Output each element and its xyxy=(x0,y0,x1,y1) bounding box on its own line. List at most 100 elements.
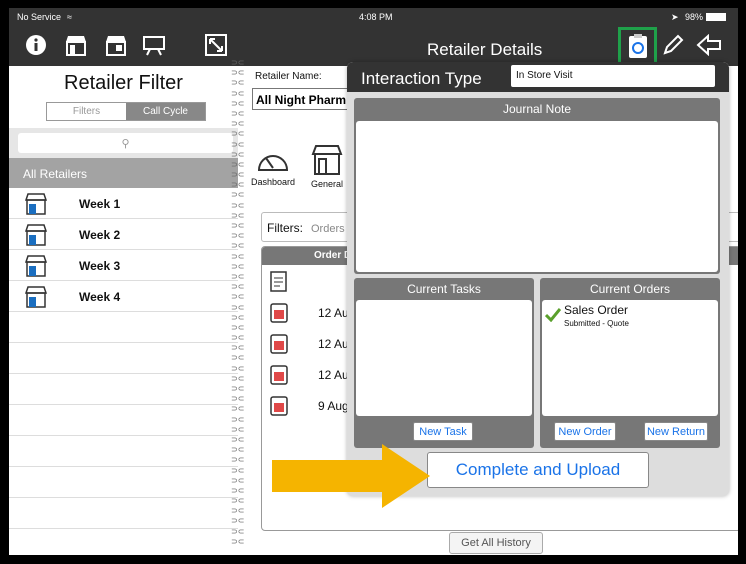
current-orders-header: Current Orders xyxy=(589,282,671,296)
dashboard-label: Dashboard xyxy=(250,177,296,187)
spiral-ring: ⊃⊂ xyxy=(231,394,245,404)
spiral-ring: ⊃⊂ xyxy=(231,68,245,78)
spiral-ring: ⊃⊂ xyxy=(231,271,245,281)
interaction-modal: Interaction Type In Store Visit Journal … xyxy=(347,62,729,496)
battery-text: 98% xyxy=(685,12,704,22)
list-item[interactable]: Week 3 xyxy=(9,250,238,281)
filter-title: Retailer Filter xyxy=(64,72,183,94)
nav-bar: Retailer Details xyxy=(9,26,738,66)
battery-icon xyxy=(706,13,726,21)
spiral-ring: ⊃⊂ xyxy=(231,434,245,444)
store-icon xyxy=(24,193,48,215)
spiral-ring: ⊃⊂ xyxy=(231,88,245,98)
spiral-ring: ⊃⊂ xyxy=(231,424,245,434)
wifi-icon: ≈ xyxy=(67,12,72,22)
segment-call-cycle[interactable]: Call Cycle xyxy=(126,103,205,120)
spiral-ring: ⊃⊂ xyxy=(231,129,245,139)
spiral-ring: ⊃⊂ xyxy=(231,302,245,312)
spiral-ring: ⊃⊂ xyxy=(231,190,245,200)
spiral-ring: ⊃⊂ xyxy=(231,465,245,475)
info-icon[interactable] xyxy=(23,32,49,58)
spiral-ring: ⊃⊂ xyxy=(231,343,245,353)
spiral-ring: ⊃⊂ xyxy=(231,251,245,261)
current-orders-panel: Current Orders Sales Order Submitted - Q… xyxy=(540,278,720,448)
empty-row xyxy=(9,343,238,374)
get-all-history-button[interactable]: Get All History xyxy=(449,532,543,554)
complete-and-upload-button[interactable]: Complete and Upload xyxy=(427,452,649,488)
spiral-ring: ⊃⊂ xyxy=(231,58,245,67)
list-item[interactable]: Week 1 xyxy=(9,188,238,219)
spiral-ring: ⊃⊂ xyxy=(231,363,245,373)
spiral-ring: ⊃⊂ xyxy=(231,475,245,485)
interaction-type-select[interactable]: In Store Visit xyxy=(511,65,715,87)
spiral-ring: ⊃⊂ xyxy=(231,159,245,169)
empty-row xyxy=(9,436,238,467)
carrier-text: No Service xyxy=(17,12,62,22)
dashboard-tile[interactable]: Dashboard xyxy=(249,144,297,187)
spiral-ring: ⊃⊂ xyxy=(231,506,245,516)
location-icon: ➤ xyxy=(671,12,679,22)
spiral-ring: ⊃⊂ xyxy=(231,322,245,332)
store-icon xyxy=(311,145,343,175)
order-item-status: Submitted - Quote xyxy=(564,319,629,328)
list-item[interactable]: Week 2 xyxy=(9,219,238,250)
empty-row xyxy=(9,374,238,405)
new-task-button[interactable]: New Task xyxy=(413,422,473,441)
spiral-ring: ⊃⊂ xyxy=(231,292,245,302)
order-clipboard-icon xyxy=(270,334,288,354)
modal-title: Interaction Type xyxy=(361,69,482,88)
order-clipboard-icon xyxy=(270,396,288,416)
spiral-ring: ⊃⊂ xyxy=(231,241,245,251)
spiral-ring: ⊃⊂ xyxy=(231,373,245,383)
order-item-title: Sales Order xyxy=(564,303,629,317)
empty-row xyxy=(9,312,238,343)
journal-note-header: Journal Note xyxy=(502,102,572,116)
status-bar: No Service ≈ 4:08 PM ➤ 98% xyxy=(9,8,738,26)
new-order-button[interactable]: New Order xyxy=(554,422,616,441)
expand-icon[interactable] xyxy=(203,32,229,58)
spiral-ring: ⊃⊂ xyxy=(231,149,245,159)
spiral-ring: ⊃⊂ xyxy=(231,445,245,455)
store-box-icon[interactable] xyxy=(103,32,129,58)
current-tasks-panel: Current Tasks New Task xyxy=(354,278,534,448)
general-tile[interactable]: General xyxy=(303,144,351,189)
spiral-ring: ⊃⊂ xyxy=(231,119,245,129)
spiral-ring: ⊃⊂ xyxy=(231,485,245,495)
clock-text: 4:08 PM xyxy=(359,12,393,22)
spiral-ring: ⊃⊂ xyxy=(231,261,245,271)
empty-row xyxy=(9,467,238,498)
all-retailers-header: All Retailers xyxy=(9,158,238,188)
journal-note-textarea[interactable] xyxy=(356,121,718,272)
list-item-label: Week 3 xyxy=(79,259,121,273)
sync-upload-button[interactable] xyxy=(618,27,657,65)
store-icon[interactable] xyxy=(63,32,89,58)
pencil-icon[interactable] xyxy=(660,32,686,58)
order-clipboard-icon xyxy=(270,365,288,385)
back-arrow-icon[interactable] xyxy=(696,32,722,58)
spiral-ring: ⊃⊂ xyxy=(231,200,245,210)
spiral-ring: ⊃⊂ xyxy=(231,108,245,118)
spiral-ring: ⊃⊂ xyxy=(231,526,245,536)
presentation-icon[interactable] xyxy=(141,32,167,58)
orders-list: Sales Order Submitted - Quote xyxy=(542,300,718,416)
filters-label: Filters: xyxy=(267,221,303,235)
call-cycle-list: Week 1 Week 2 Week 3 Week 4 xyxy=(9,188,238,555)
spiral-ring: ⊃⊂ xyxy=(231,282,245,292)
yellow-arrow-icon xyxy=(272,444,430,508)
segment-filters[interactable]: Filters xyxy=(47,103,126,120)
spiral-ring: ⊃⊂ xyxy=(231,404,245,414)
list-item-label: Week 2 xyxy=(79,228,121,242)
order-list-item[interactable]: Sales Order Submitted - Quote xyxy=(542,300,718,332)
retailer-filter-pane: Retailer Filter Filters Call Cycle ⚲ All… xyxy=(9,66,238,555)
modal-header: Interaction Type In Store Visit xyxy=(347,62,729,92)
spiral-ring: ⊃⊂ xyxy=(231,516,245,526)
spiral-ring: ⊃⊂ xyxy=(231,221,245,230)
spiral-ring: ⊃⊂ xyxy=(231,210,245,220)
current-tasks-header: Current Tasks xyxy=(407,282,481,296)
page-title: Retailer Details xyxy=(427,40,543,59)
search-input[interactable]: ⚲ xyxy=(18,133,233,153)
new-return-button[interactable]: New Return xyxy=(644,422,708,441)
general-label: General xyxy=(310,179,344,189)
list-item[interactable]: Week 4 xyxy=(9,281,238,312)
spiral-ring: ⊃⊂ xyxy=(231,98,245,108)
